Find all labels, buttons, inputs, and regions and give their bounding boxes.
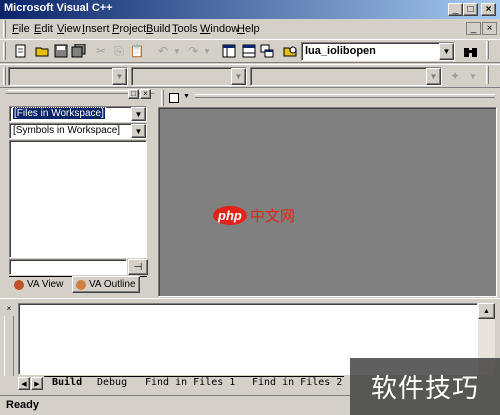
window-frame-icon[interactable] xyxy=(169,93,179,103)
menu-tools[interactable]: Tools xyxy=(172,23,198,35)
find-combo-arrow-icon[interactable]: ▼ xyxy=(439,43,454,60)
maximize-button[interactable]: □ xyxy=(463,3,478,16)
menu-help[interactable]: Help xyxy=(237,23,260,35)
paste-icon[interactable]: 📋 xyxy=(128,42,146,60)
output-close-button[interactable]: × xyxy=(4,303,14,313)
pin-icon[interactable]: ⊣ xyxy=(128,259,148,275)
redo-dropdown-icon[interactable]: ▼ xyxy=(198,42,216,60)
copy-icon[interactable]: ⎘ xyxy=(110,42,128,60)
symbols-combo-arrow-icon[interactable]: ▼ xyxy=(131,124,146,138)
symbols-in-workspace-value: [Symbols in Workspace] xyxy=(13,125,121,136)
mdi-close-button[interactable]: × xyxy=(482,22,497,35)
menu-bar: File Edit View Insert Project Build Tool… xyxy=(0,19,500,39)
class-combo-arrow-icon[interactable]: ▼ xyxy=(112,68,127,85)
mdi-client-area: php 中文网 xyxy=(158,107,497,297)
minimize-button[interactable]: _ xyxy=(448,3,463,16)
menu-view[interactable]: View xyxy=(57,23,81,35)
tab-scroll-right-icon[interactable]: ▶ xyxy=(31,377,43,390)
va-search-input[interactable] xyxy=(9,259,127,275)
filter-combo-arrow-icon[interactable]: ▼ xyxy=(231,68,246,85)
files-in-workspace-value: [Files in Workspace] xyxy=(12,107,106,120)
output-window-icon[interactable] xyxy=(240,42,258,60)
wizard-action-icon[interactable]: ✦ xyxy=(446,67,464,85)
find-combo-value: lua_iolibopen xyxy=(305,45,376,57)
tab-debug[interactable]: Debug xyxy=(97,377,127,391)
symbols-in-workspace-combo[interactable]: [Symbols in Workspace] ▼ xyxy=(9,123,147,139)
watermark-php-text: 中文网 xyxy=(249,207,295,225)
find-combo[interactable]: lua_iolibopen ▼ xyxy=(301,42,455,61)
status-text: Ready xyxy=(6,399,40,411)
scroll-up-arrow-icon[interactable]: ▲ xyxy=(478,303,495,319)
window-title: Microsoft Visual C++ xyxy=(4,2,113,14)
filter-combo[interactable]: ▼ xyxy=(131,67,247,86)
wizard-action-dropdown-icon[interactable]: ▼ xyxy=(464,67,482,85)
va-view-icon xyxy=(14,279,24,290)
menu-edit[interactable]: Edit xyxy=(34,23,53,35)
members-combo-arrow-icon[interactable]: ▼ xyxy=(426,68,441,85)
workspace-close-button[interactable]: × xyxy=(140,89,151,99)
find-in-files-icon[interactable] xyxy=(282,42,300,60)
cut-icon[interactable]: ✂ xyxy=(92,42,110,60)
window-list-icon[interactable] xyxy=(258,42,276,60)
mdi-toolbar-grip xyxy=(161,90,164,106)
save-all-icon[interactable] xyxy=(70,42,88,60)
output-splitter xyxy=(0,298,500,299)
window-frame-dropdown-icon[interactable]: ▼ xyxy=(183,93,190,100)
tab-build[interactable]: Build xyxy=(52,377,82,391)
tab-va-view-label: VA View xyxy=(27,279,64,290)
workspace-tree[interactable] xyxy=(9,140,147,258)
watermark-corner-text: 软件技巧 xyxy=(370,374,479,404)
tab-va-view[interactable]: VA View xyxy=(14,279,63,290)
toolbar-grip xyxy=(3,42,6,60)
status-bar: Ready xyxy=(0,395,350,415)
new-file-icon[interactable] xyxy=(12,42,30,60)
watermark-corner: 软件技巧 xyxy=(350,358,500,415)
workspace-restore-button[interactable]: □ xyxy=(128,89,139,99)
watermark-php-logo: php xyxy=(213,206,247,225)
files-combo-arrow-icon[interactable]: ▼ xyxy=(131,107,146,121)
tab-find-in-files-1[interactable]: Find in Files 1 xyxy=(145,377,235,391)
tab-scroll-left-icon[interactable]: ◀ xyxy=(18,377,30,390)
mdi-toolbar-bar xyxy=(195,94,495,98)
tab-va-outline-label: VA Outline xyxy=(89,279,136,290)
wizard-grip xyxy=(3,67,6,85)
mdi-minimize-button[interactable]: _ xyxy=(466,22,481,35)
menu-insert[interactable]: Insert xyxy=(82,23,110,35)
toolbar-grip-right xyxy=(486,41,489,59)
menu-window[interactable]: Window xyxy=(200,23,239,35)
find-binoculars-icon[interactable] xyxy=(462,42,480,60)
output-grip xyxy=(4,316,14,376)
members-combo[interactable]: ▼ xyxy=(250,67,442,86)
tab-find-in-files-2[interactable]: Find in Files 2 xyxy=(252,377,342,391)
va-outline-icon xyxy=(76,279,86,290)
mdi-toolbar: ▼ xyxy=(161,90,497,107)
menu-build[interactable]: Build xyxy=(146,23,170,35)
menu-file[interactable]: File xyxy=(12,23,30,35)
menu-grip xyxy=(3,20,6,38)
save-icon[interactable] xyxy=(52,42,70,60)
close-button[interactable]: × xyxy=(481,3,496,16)
files-in-workspace-combo[interactable]: [Files in Workspace] ▼ xyxy=(9,106,147,122)
menu-project[interactable]: Project xyxy=(112,23,146,35)
tab-va-outline[interactable]: VA Outline xyxy=(72,276,140,293)
workspace-window-icon[interactable] xyxy=(220,42,238,60)
class-combo[interactable]: ▼ xyxy=(8,67,128,86)
watermark-php: php 中文网 xyxy=(213,205,295,226)
title-bar: Microsoft Visual C++ _ □ × xyxy=(0,0,500,19)
wizard-grip-right xyxy=(486,66,489,84)
open-folder-icon[interactable] xyxy=(34,42,52,60)
